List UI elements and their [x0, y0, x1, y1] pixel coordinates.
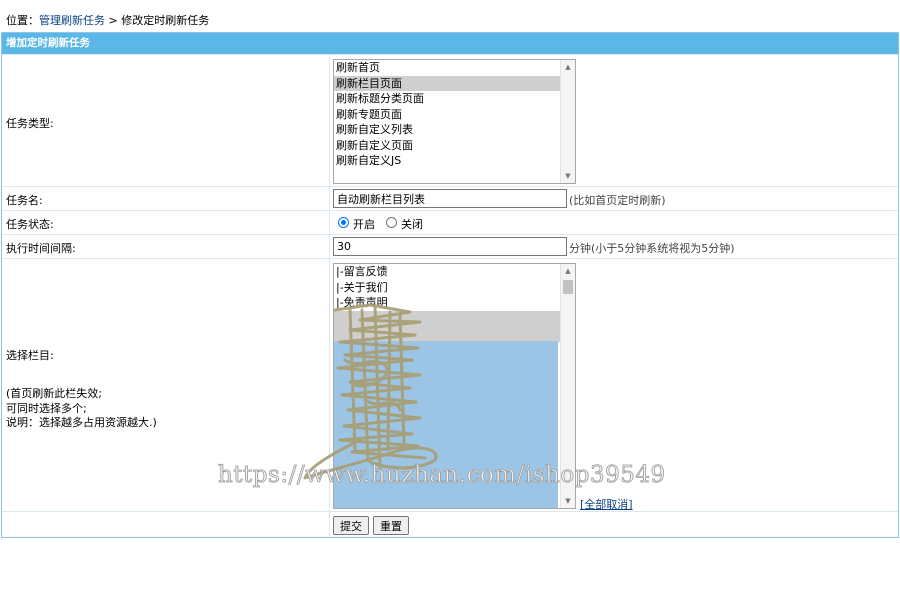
breadcrumb-link-manage-tasks[interactable]: 管理刷新任务 — [39, 14, 105, 27]
task-type-option[interactable]: 刷新专题页面 — [334, 107, 575, 123]
submit-button[interactable]: 提交 — [333, 516, 369, 535]
columns-scroll-thumb[interactable] — [563, 280, 573, 294]
task-type-option[interactable]: 刷新首页 — [334, 60, 575, 76]
task-name-hint: (比如首页定时刷新) — [569, 194, 666, 207]
scroll-up-arrow-icon[interactable]: ▲ — [561, 60, 575, 74]
columns-note-1: (首页刷新此栏失效; — [6, 387, 102, 400]
status-on-radio[interactable] — [338, 217, 349, 228]
cancel-all-link[interactable]: [全部取消] — [580, 496, 633, 512]
breadcrumb: 位置：管理刷新任务 > 修改定时刷新任务 — [6, 12, 209, 28]
task-status-row: 任务状态: 开启 关闭 — [2, 210, 898, 234]
task-name-row: 任务名: (比如首页定时刷新) — [2, 186, 898, 210]
task-type-listbox[interactable]: 刷新首页 刷新栏目页面 刷新标题分类页面 刷新专题页面 刷新自定义列表 刷新自定… — [333, 59, 576, 184]
scroll-down-arrow-icon[interactable]: ▼ — [561, 494, 575, 508]
task-type-scrollbar[interactable]: ▲ ▼ — [560, 60, 575, 183]
column-option-selected[interactable] — [334, 310, 575, 342]
scroll-down-arrow-icon[interactable]: ▼ — [561, 169, 575, 183]
columns-label: 选择栏目: — [6, 349, 54, 362]
columns-note-3: 说明：选择越多占用资源越大.) — [6, 416, 157, 429]
task-type-option[interactable]: 刷新标题分类页面 — [334, 91, 575, 107]
breadcrumb-separator: > — [105, 14, 122, 27]
status-on-label: 开启 — [353, 218, 375, 231]
column-option[interactable]: |-关于我们 — [334, 280, 575, 296]
task-type-option-selected[interactable]: 刷新栏目页面 — [334, 75, 575, 91]
task-name-input[interactable] — [333, 189, 567, 208]
task-type-label: 任务类型: — [6, 117, 54, 130]
task-name-label: 任务名: — [6, 194, 43, 207]
reset-button[interactable]: 重置 — [373, 516, 409, 535]
status-off-label: 关闭 — [401, 218, 423, 231]
interval-label: 执行时间间隔: — [6, 242, 76, 255]
task-type-option[interactable]: 刷新自定义JS — [334, 153, 575, 169]
column-option[interactable]: |-留言反馈 — [334, 264, 575, 280]
breadcrumb-prefix: 位置： — [6, 14, 39, 27]
interval-row: 执行时间间隔: 分钟(小于5分钟系统将视为5分钟) — [2, 234, 898, 258]
buttons-row: 提交 重置 — [2, 511, 898, 538]
column-option[interactable]: |-免责声明 — [334, 295, 575, 311]
task-type-option[interactable]: 刷新自定义列表 — [334, 122, 575, 138]
task-type-option[interactable]: 刷新自定义页面 — [334, 138, 575, 154]
task-type-row: 任务类型: 刷新首页 刷新栏目页面 刷新标题分类页面 刷新专题页面 刷新自定义列… — [2, 54, 898, 186]
interval-hint: 分钟(小于5分钟系统将视为5分钟) — [569, 242, 735, 255]
scroll-up-arrow-icon[interactable]: ▲ — [561, 264, 575, 278]
task-status-label: 任务状态: — [6, 218, 54, 231]
interval-input[interactable] — [333, 237, 567, 256]
watermark-text: https://www.huzhan.com/ishop39549 — [218, 462, 666, 489]
panel-title: 增加定时刷新任务 — [2, 33, 898, 54]
breadcrumb-current: 修改定时刷新任务 — [121, 14, 210, 27]
status-off-radio[interactable] — [386, 217, 397, 228]
